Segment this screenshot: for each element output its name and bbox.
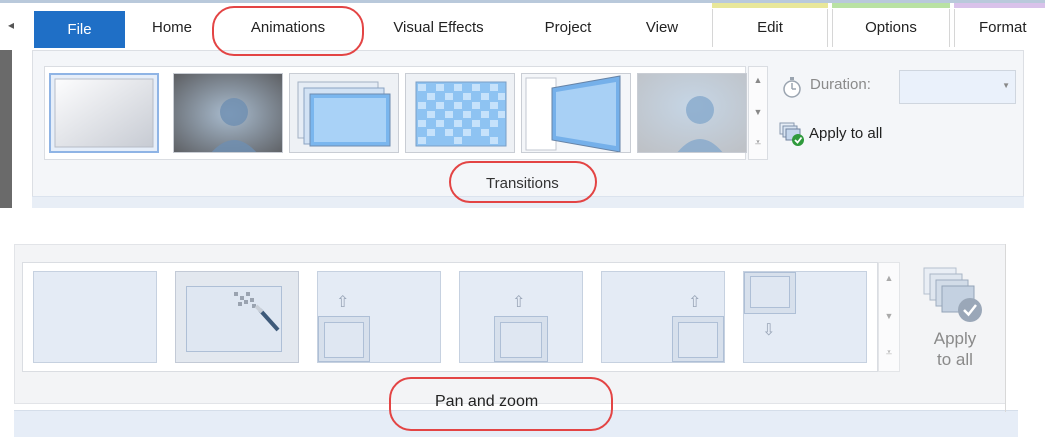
gallery-scroll-up-icon[interactable]: ▲ xyxy=(879,273,899,283)
apply-to-all-icon xyxy=(779,122,804,146)
ribbon-bottom-edge xyxy=(32,196,1024,208)
ribbon-tabbar: File Home Animations Visual Effects Proj… xyxy=(0,3,1045,48)
flip-angle-icon xyxy=(522,74,630,152)
apply-to-all-label: Apply to all xyxy=(933,329,977,369)
chevron-down-icon[interactable]: ▼ xyxy=(1002,81,1010,90)
duration-label: Duration: xyxy=(810,76,871,93)
pan-zoom-apply-to-all-button[interactable]: Apply to all xyxy=(916,266,994,376)
tab-format[interactable]: Format xyxy=(954,9,1045,47)
options-context-bar xyxy=(832,3,950,8)
magic-wand-icon xyxy=(234,292,280,332)
left-gutter xyxy=(0,50,12,208)
duration-field[interactable]: ▼ xyxy=(899,70,1016,104)
transition-flip-thumb[interactable] xyxy=(521,73,631,153)
gallery-expand-icon[interactable]: ⩡ xyxy=(749,137,767,150)
pan-zoom-none-thumb[interactable] xyxy=(33,271,157,363)
tab-home[interactable]: Home xyxy=(146,9,198,47)
format-context-bar xyxy=(954,3,1045,8)
arrow-up-icon: ⇧ xyxy=(336,294,350,311)
tab-file[interactable]: File xyxy=(34,11,125,48)
pan-zoom-automatic-thumb[interactable] xyxy=(175,271,299,363)
fade-portrait-icon xyxy=(638,74,746,152)
apply-to-all-icon xyxy=(923,267,982,322)
small-frame-inner xyxy=(678,322,718,358)
arrow-up-icon: ⇧ xyxy=(688,294,702,311)
pan-zoom-gallery-scroll: ▲ ▼ ⩡ xyxy=(878,262,900,372)
transitions-apply-to-all-button[interactable]: Apply to all xyxy=(779,121,909,147)
gallery-expand-icon[interactable]: ⩡ xyxy=(879,347,899,360)
tab-edit[interactable]: Edit xyxy=(712,9,828,47)
crossfade-portrait-icon xyxy=(174,74,282,152)
transitions-gallery-scroll: ▲ ▼ ⩡ xyxy=(748,66,768,160)
gallery-scroll-up-icon[interactable]: ▲ xyxy=(749,75,767,85)
pan-down-left-thumb[interactable]: ⇩ xyxy=(743,271,867,363)
transition-fade-thumb[interactable] xyxy=(637,73,747,153)
layered-panels-icon xyxy=(290,74,398,152)
pan-up-center-thumb[interactable]: ⇧ xyxy=(459,271,583,363)
group-separator xyxy=(1005,244,1006,412)
pan-up-left-thumb[interactable]: ⇧ xyxy=(317,271,441,363)
edit-context-bar xyxy=(712,3,828,8)
top-ribbon: ◂ File Home Animations Visual Effects Pr… xyxy=(0,0,1045,208)
apply-to-all-label: Apply to all xyxy=(809,125,883,142)
tab-animations[interactable]: Animations xyxy=(214,9,362,47)
checkerboard-icon xyxy=(406,74,514,152)
tab-view[interactable]: View xyxy=(640,9,684,47)
pan-and-zoom-group-label: Pan and zoom xyxy=(435,393,539,410)
transition-crossfade-thumb[interactable] xyxy=(173,73,283,153)
arrow-up-icon: ⇧ xyxy=(512,294,526,311)
transitions-gallery xyxy=(44,66,747,160)
gallery-scroll-down-icon[interactable]: ▼ xyxy=(879,311,899,321)
blank-slide-icon xyxy=(54,78,154,148)
pan-zoom-gallery: ⇧ ⇧ ⇧ ⇩ xyxy=(22,262,878,372)
transition-checkerboard-thumb[interactable] xyxy=(405,73,515,153)
transition-none-thumb[interactable] xyxy=(49,73,159,153)
tab-project[interactable]: Project xyxy=(536,9,600,47)
gallery-scroll-down-icon[interactable]: ▼ xyxy=(749,107,767,117)
transition-layered-thumb[interactable] xyxy=(289,73,399,153)
small-frame-inner xyxy=(500,322,542,358)
arrow-down-icon: ⇩ xyxy=(762,322,776,339)
small-frame-inner xyxy=(750,276,790,308)
transitions-group-label: Transitions xyxy=(486,175,559,192)
tab-options[interactable]: Options xyxy=(832,9,950,47)
pan-up-right-thumb[interactable]: ⇧ xyxy=(601,271,725,363)
tab-visual-effects[interactable]: Visual Effects xyxy=(381,9,496,47)
stopwatch-icon xyxy=(783,77,801,98)
pan-zoom-bottom-edge xyxy=(14,410,1018,437)
small-frame-inner xyxy=(324,322,364,358)
